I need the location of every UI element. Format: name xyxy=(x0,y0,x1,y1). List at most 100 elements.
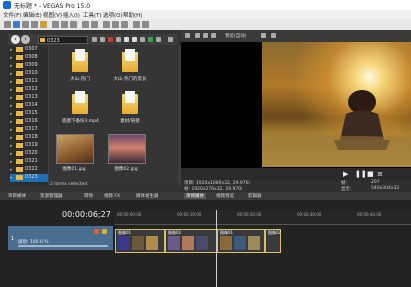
pause-icon[interactable]: ❚❚ xyxy=(355,170,367,178)
file-item-selected[interactable]: 图像02.jpg xyxy=(108,134,146,176)
up-folder-icon[interactable] xyxy=(100,37,105,42)
address-field[interactable]: 0323 xyxy=(38,36,88,44)
tree-item[interactable]: ▸ 0319 xyxy=(10,142,48,150)
tree-item[interactable]: ▸ 0308 xyxy=(10,54,48,62)
menu-file[interactable]: 文件(F) xyxy=(3,11,21,19)
start-preview-icon[interactable] xyxy=(148,37,153,42)
properties-icon[interactable] xyxy=(40,21,47,28)
menu-view[interactable]: 视图(V) xyxy=(43,11,62,19)
tree-item[interactable]: ▸ 0317 xyxy=(10,126,48,134)
snap-icon[interactable] xyxy=(133,21,140,28)
settings-icon[interactable] xyxy=(168,37,173,42)
stop-icon[interactable] xyxy=(132,37,137,42)
file-item[interactable]: 底图下备份3.mp4 xyxy=(62,91,99,126)
help-icon[interactable] xyxy=(142,21,149,28)
tree-item[interactable]: ▸ 0311 xyxy=(10,78,48,86)
file-item-selected[interactable]: 图像01.jpg xyxy=(56,134,94,176)
tab-video-fx[interactable]: 视频 FX xyxy=(104,193,120,199)
tree-item[interactable]: ▸ 0307 xyxy=(10,46,48,54)
menu-options[interactable]: 选项(O) xyxy=(103,11,123,19)
folder-icon xyxy=(16,111,23,116)
zoom-tool-icon[interactable] xyxy=(121,21,128,28)
menu-help[interactable]: 帮助(H) xyxy=(123,11,142,19)
refresh-icon[interactable] xyxy=(92,37,97,42)
tab-video-preview[interactable]: 视频预览 xyxy=(216,193,234,199)
delete-icon[interactable] xyxy=(108,37,113,42)
cut-icon[interactable] xyxy=(52,21,59,28)
open-icon[interactable] xyxy=(13,21,20,28)
folder-icon xyxy=(16,151,23,156)
play-icon[interactable]: ▶ xyxy=(343,170,348,178)
tree-item[interactable]: ▸ 0313 xyxy=(10,94,48,102)
back-button[interactable]: ‹ xyxy=(11,35,20,44)
tab-project-media-right[interactable]: 项目媒体 xyxy=(184,193,206,199)
docking-tabs: 项目媒体 资源管理器 转场 视频 FX 媒体发生器 项目媒体 视频预览 剪辑器 xyxy=(0,192,411,200)
timeline-clip[interactable]: 图像02 xyxy=(165,229,217,253)
file-item[interactable]: 素材/链接 xyxy=(112,91,148,126)
tree-item[interactable]: ▸ 0310 xyxy=(10,70,48,78)
envelope-tool-icon[interactable] xyxy=(112,21,119,28)
menu-edit[interactable]: 编辑(E) xyxy=(23,11,42,19)
file-list: 大山-热门 大山-热门的黑长 底图下备份3.mp4 素材/链接 图像01.jpg… xyxy=(50,46,178,182)
overlays-icon[interactable] xyxy=(261,33,266,38)
video-track-header[interactable]: 1 级别: 100.0 % xyxy=(8,226,113,250)
folder-icon xyxy=(16,167,23,172)
tab-transitions[interactable]: 转场 xyxy=(84,193,93,199)
timeline-clip[interactable]: 图像01 xyxy=(115,229,165,253)
tab-trimmer[interactable]: 剪辑器 xyxy=(248,193,262,199)
folder-icon xyxy=(16,47,23,52)
timeline-clip[interactable]: 图像01 xyxy=(217,229,265,253)
new-file-icon[interactable] xyxy=(4,21,11,28)
solo-icon[interactable] xyxy=(102,229,107,234)
tree-item[interactable]: ▸ 0316 xyxy=(10,118,48,126)
render-icon[interactable] xyxy=(31,21,38,28)
stop-icon[interactable]: ■ xyxy=(367,170,374,178)
add-favorite-icon[interactable] xyxy=(116,37,121,42)
timeline-clip[interactable]: 图像02 xyxy=(265,229,281,253)
fx-icon[interactable] xyxy=(203,33,208,38)
undo-icon[interactable] xyxy=(82,21,89,28)
tree-item[interactable]: ▸ 0320 xyxy=(10,150,48,158)
settings-icon[interactable] xyxy=(185,33,190,38)
tab-explorer[interactable]: 资源管理器 xyxy=(40,193,63,199)
paste-icon[interactable] xyxy=(70,21,77,28)
normal-edit-tool-icon[interactable] xyxy=(103,21,110,28)
playhead[interactable] xyxy=(216,210,217,287)
tab-media-generators[interactable]: 媒体发生器 xyxy=(136,193,159,199)
copy-icon[interactable] xyxy=(61,21,68,28)
tree-item[interactable]: ▸ 0322 xyxy=(10,166,48,174)
tree-item[interactable]: ▸ 0315 xyxy=(10,110,48,118)
preview-quality-dropdown[interactable]: 预览(自动) xyxy=(225,33,247,39)
forward-button[interactable]: › xyxy=(21,35,30,44)
tab-project-media[interactable]: 项目媒体 xyxy=(8,193,26,199)
redo-icon[interactable] xyxy=(91,21,98,28)
auto-preview-icon[interactable] xyxy=(140,37,145,42)
snapshot-icon[interactable] xyxy=(271,33,276,38)
folder-icon xyxy=(16,87,23,92)
tree-item[interactable]: ▸ 0309 xyxy=(10,62,48,70)
folder-icon xyxy=(16,71,23,76)
play-icon[interactable] xyxy=(124,37,129,42)
save-icon[interactable] xyxy=(22,21,29,28)
tree-item[interactable]: ▸ 0321 xyxy=(10,158,48,166)
tree-item[interactable]: ▸ 0318 xyxy=(10,134,48,142)
file-item[interactable]: 大山-热门的黑长 xyxy=(112,49,148,84)
external-monitor-icon[interactable] xyxy=(195,33,200,38)
track-level-slider[interactable] xyxy=(18,245,108,247)
tree-item-selected[interactable]: ▸ 0323 xyxy=(10,174,48,182)
file-item[interactable]: 大山-热门 xyxy=(62,49,98,84)
tree-item[interactable]: ▸ 0312 xyxy=(10,86,48,94)
folder-icon xyxy=(16,127,23,132)
menu-tools[interactable]: 工具(T) xyxy=(83,11,102,19)
mute-icon[interactable] xyxy=(94,229,99,234)
menu-icon[interactable]: ≡ xyxy=(377,170,383,178)
menu-insert[interactable]: 插入(I) xyxy=(63,11,80,19)
timeline-ruler[interactable]: 00:00:00;00 00:00:10;00 00:00:20;00 00:0… xyxy=(115,210,411,225)
clip-frame xyxy=(168,236,180,250)
clip-frame xyxy=(182,236,194,250)
selection-status: 2 items selected xyxy=(50,182,88,187)
preview-frame xyxy=(262,42,411,167)
tree-item[interactable]: ▸ 0314 xyxy=(10,102,48,110)
split-screen-icon[interactable] xyxy=(211,33,216,38)
views-icon[interactable] xyxy=(156,37,161,42)
